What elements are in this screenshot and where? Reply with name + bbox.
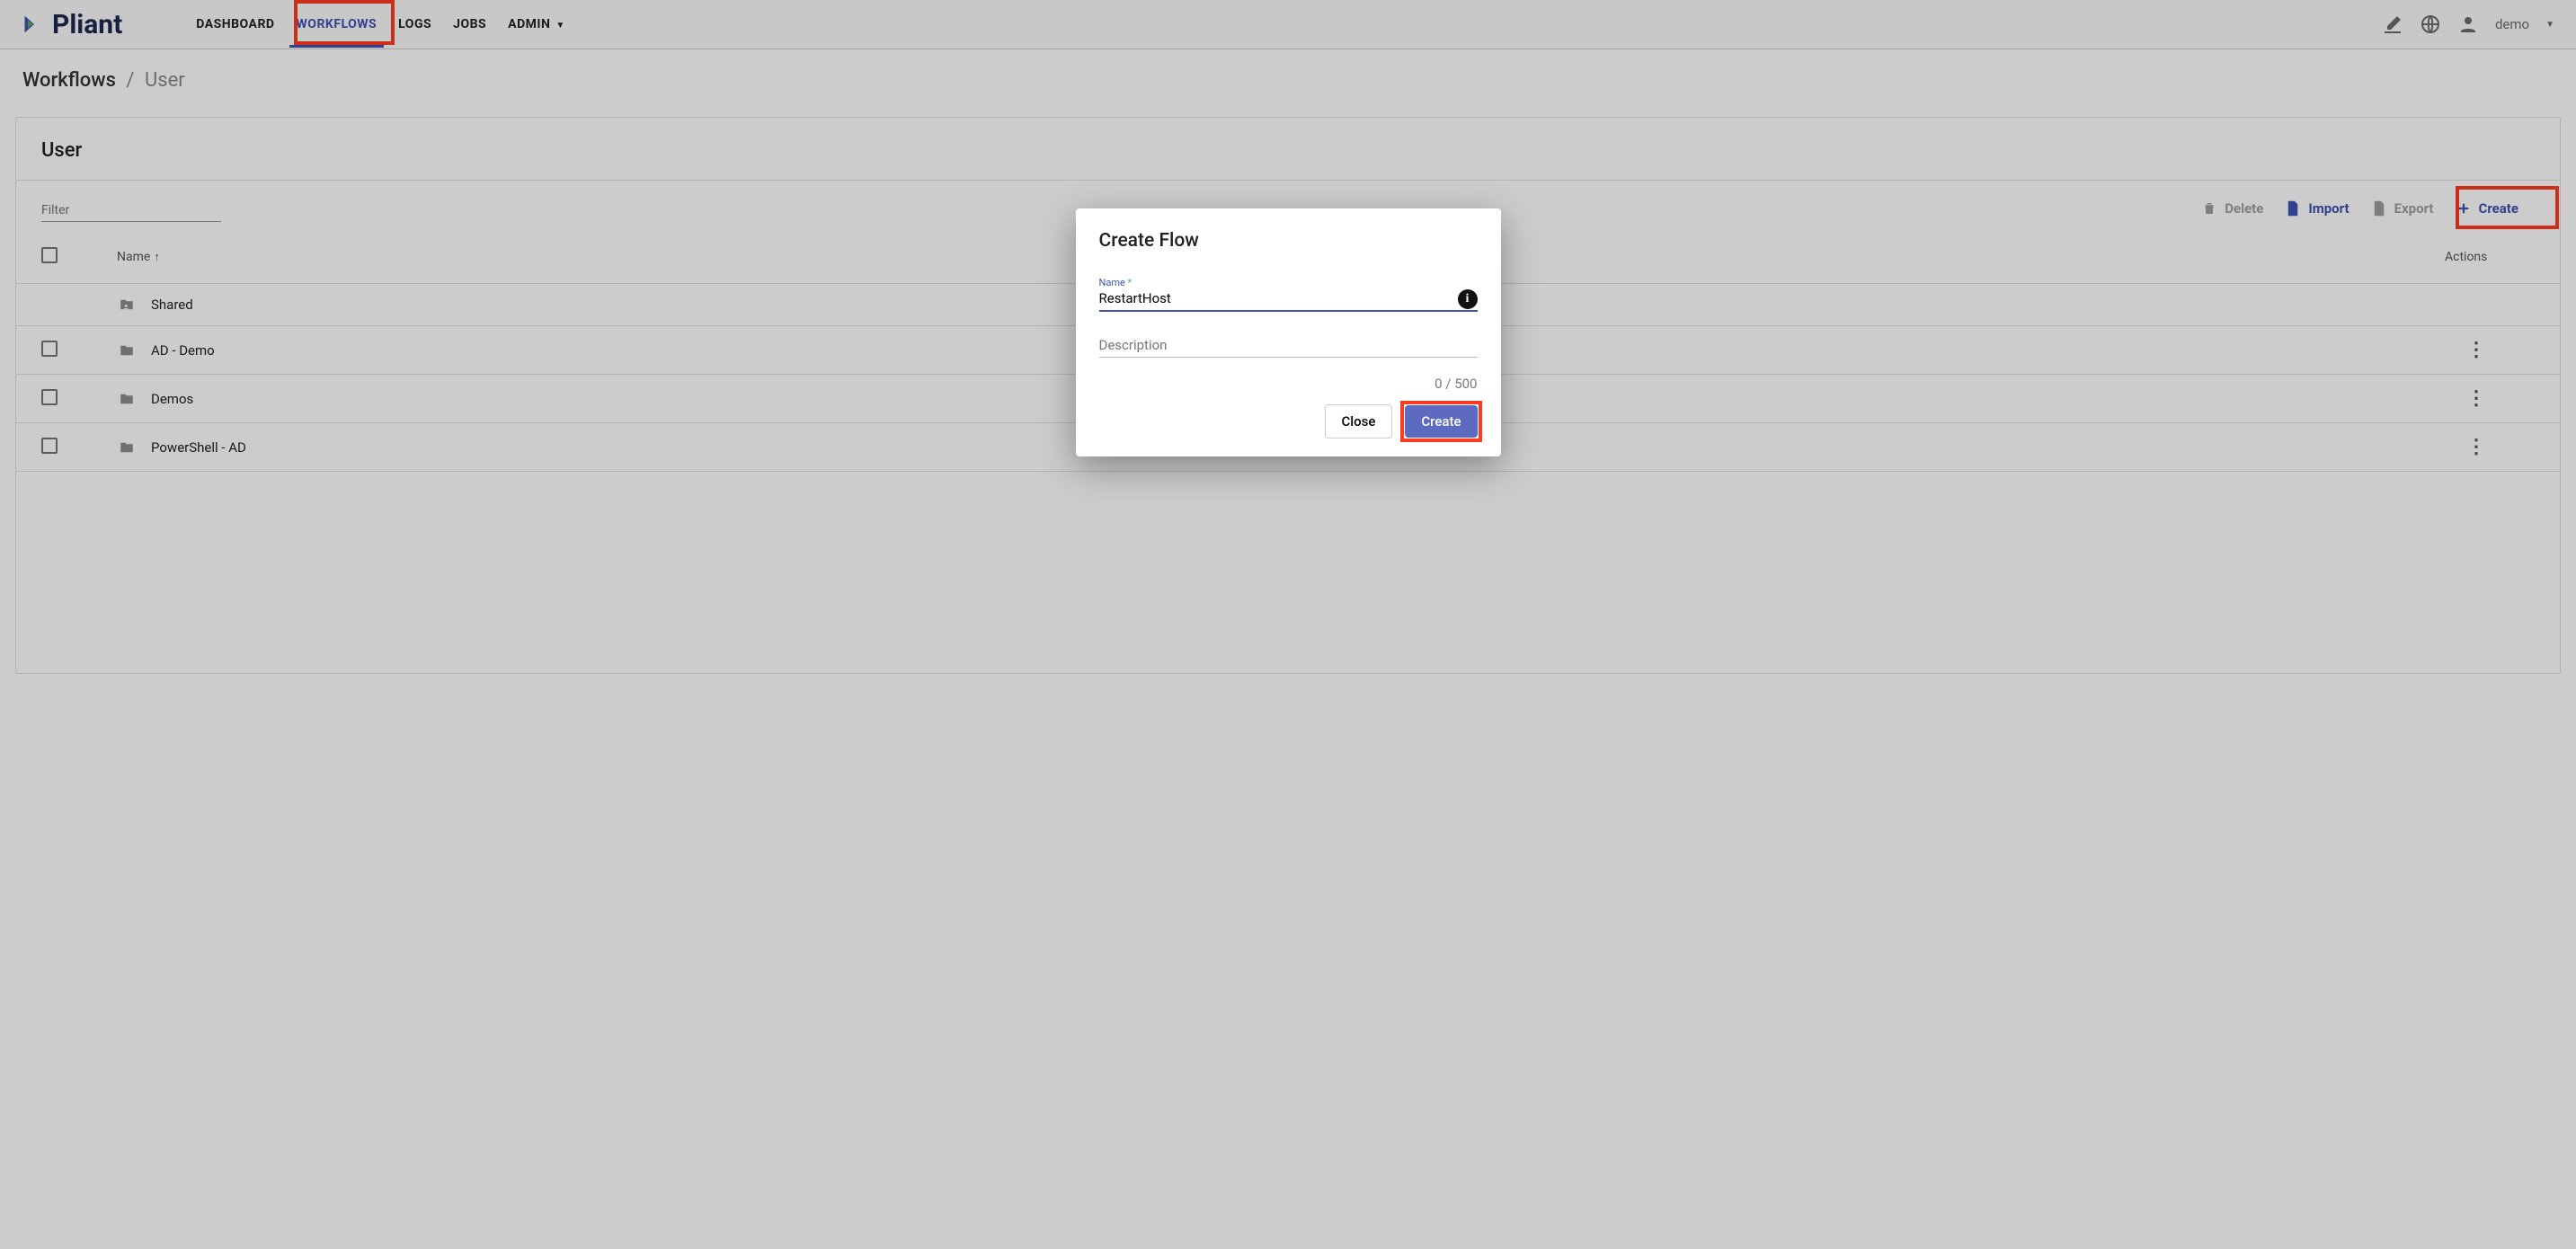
required-asterisk: * [1128,277,1133,288]
dialog-create-button[interactable]: Create [1405,405,1477,438]
char-counter: 0 / 500 [1099,376,1478,392]
dialog-title: Create Flow [1099,230,1478,252]
name-label-text: Name [1099,277,1125,288]
close-button[interactable]: Close [1325,404,1393,438]
description-input[interactable] [1099,323,1478,358]
dialog-actions: Close Create [1099,404,1478,438]
name-field: Name * i [1099,277,1478,312]
name-label: Name * [1099,277,1478,288]
info-icon[interactable]: i [1458,289,1478,309]
modal-overlay[interactable]: Create Flow Name * i 0 / 500 Close Creat… [0,0,2576,1249]
create-flow-dialog: Create Flow Name * i 0 / 500 Close Creat… [1076,208,1501,456]
name-input[interactable] [1099,288,1478,312]
